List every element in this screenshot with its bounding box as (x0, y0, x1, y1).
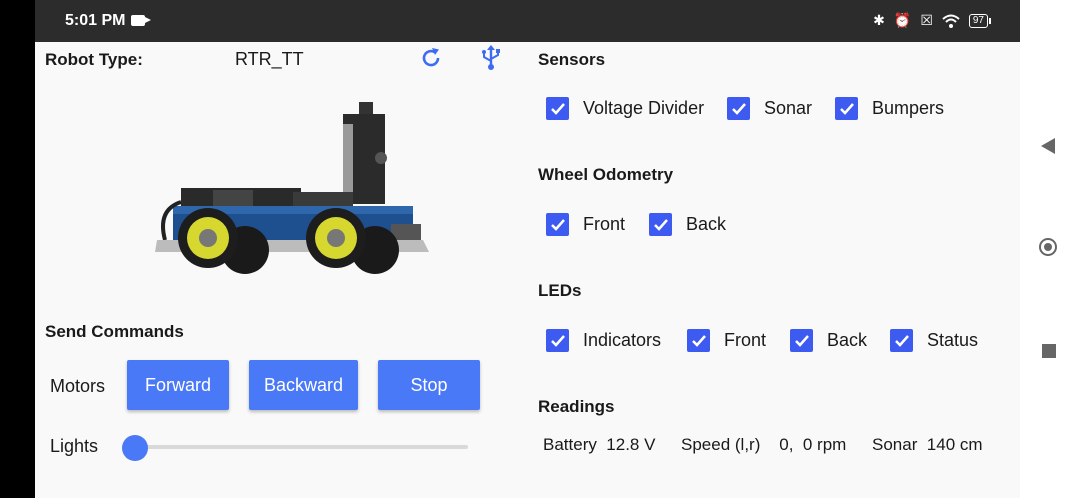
lights-slider-track[interactable] (134, 445, 468, 449)
bluetooth-icon: ✱ (873, 12, 885, 28)
alarm-off-icon: ⏰ (893, 12, 912, 28)
status-icons: ✱ ⏰ ☒ 97 (873, 12, 992, 29)
checkbox-checked-icon (727, 97, 750, 120)
led-indicators-checkbox[interactable]: Indicators (546, 329, 661, 352)
battery-reading: Battery 12.8 V (543, 435, 656, 454)
checkbox-label: Sonar (764, 98, 813, 118)
no-sim-icon: ☒ (920, 12, 933, 28)
status-bar: 5:01 PM ✱ ⏰ ☒ 97 (35, 0, 1020, 42)
checkbox-label: Back (827, 330, 868, 350)
checkbox-label: Indicators (583, 330, 662, 350)
led-status-checkbox[interactable]: Status (890, 329, 978, 352)
send-commands-title: Send Commands (45, 322, 184, 341)
battery-icon: 97 (968, 13, 992, 28)
usb-icon (482, 45, 500, 70)
robot-image (155, 102, 429, 274)
checkbox-checked-icon (649, 213, 672, 236)
lights-label: Lights (50, 436, 99, 456)
checkbox-checked-icon (546, 97, 569, 120)
checkbox-label: Status (927, 330, 979, 350)
robot-type-label: Robot Type: (45, 50, 143, 69)
refresh-icon (422, 48, 440, 67)
sonar-reading: Sonar 140 cm (872, 435, 983, 454)
checkbox-checked-icon (687, 329, 710, 352)
stop-button[interactable]: Stop (378, 360, 480, 410)
checkbox-label: Voltage Divider (583, 98, 705, 118)
odometry-front-checkbox[interactable]: Front (546, 213, 625, 236)
video-camera-icon (131, 15, 151, 26)
backward-button[interactable]: Backward (249, 360, 358, 410)
screen-bezel (0, 0, 35, 498)
status-time: 5:01 PM (65, 12, 126, 29)
checkbox-label: Back (686, 214, 727, 234)
checkbox-checked-icon (835, 97, 858, 120)
home-icon[interactable] (1039, 238, 1057, 256)
checkbox-checked-icon (790, 329, 813, 352)
odometry-back-checkbox[interactable]: Back (649, 213, 726, 236)
wifi-icon (942, 14, 960, 28)
sensor-sonar-checkbox[interactable]: Sonar (727, 97, 812, 120)
sensors-title: Sensors (538, 50, 606, 69)
sensor-bumpers-checkbox[interactable]: Bumpers (835, 97, 944, 120)
robot-type-value: RTR_TT (235, 49, 304, 69)
back-icon[interactable] (1041, 138, 1055, 154)
readings-title: Readings (538, 397, 615, 416)
forward-button[interactable]: Forward (127, 360, 229, 410)
motors-label: Motors (50, 376, 106, 396)
lights-slider-thumb[interactable] (122, 435, 148, 461)
navigation-bar (1020, 0, 1080, 498)
led-front-checkbox[interactable]: Front (687, 329, 766, 352)
checkbox-label: Bumpers (872, 98, 945, 118)
led-back-checkbox[interactable]: Back (790, 329, 867, 352)
recent-apps-icon[interactable] (1042, 344, 1056, 358)
checkbox-checked-icon (546, 329, 569, 352)
checkbox-label: Front (724, 330, 767, 350)
leds-title: LEDs (538, 281, 582, 300)
wheel-odometry-title: Wheel Odometry (538, 165, 674, 184)
checkbox-checked-icon (546, 213, 569, 236)
checkbox-label: Front (583, 214, 626, 234)
usb-button[interactable] (477, 44, 505, 72)
speed-reading: Speed (l,r) 0, 0 rpm (681, 435, 847, 454)
sensor-voltage-divider-checkbox[interactable]: Voltage Divider (546, 97, 704, 120)
refresh-button[interactable] (417, 44, 445, 72)
app-content: Robot Type: RTR_TT Send Commands Motors … (35, 42, 1020, 498)
checkbox-checked-icon (890, 329, 913, 352)
